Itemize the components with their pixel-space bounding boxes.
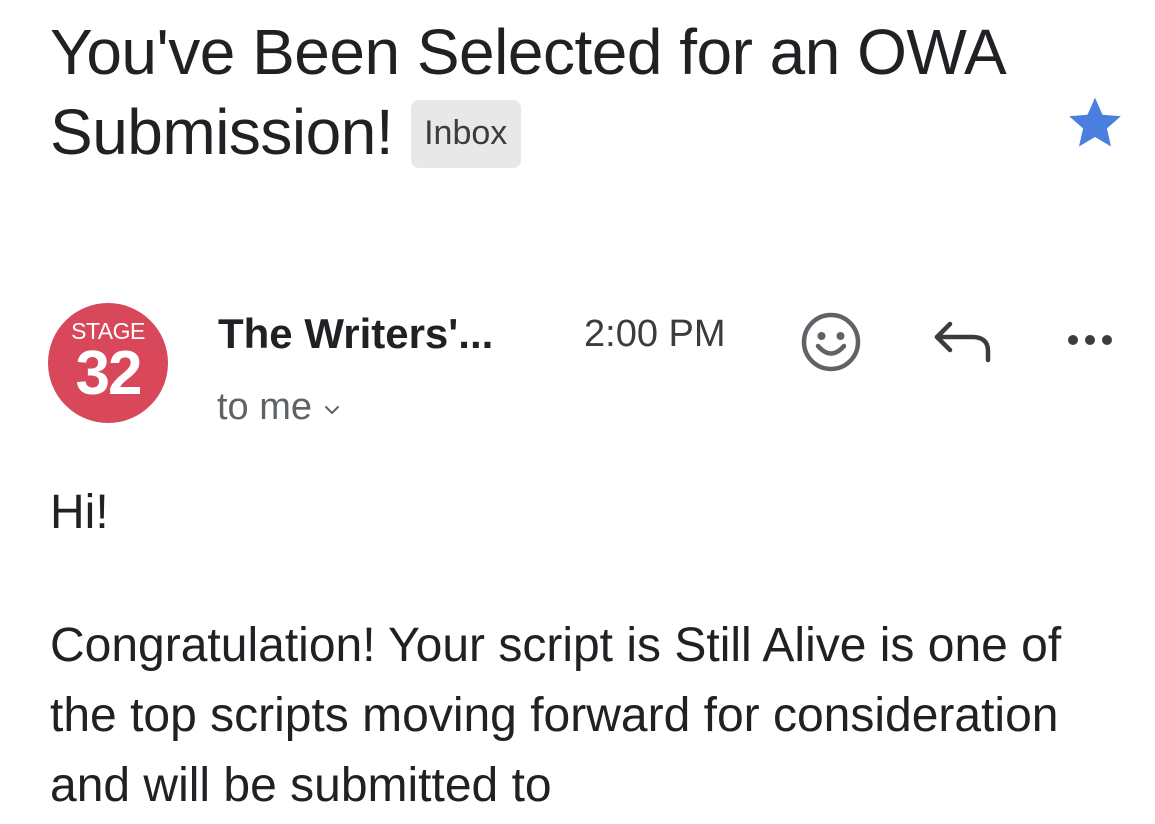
received-time: 2:00 PM xyxy=(584,313,726,355)
inbox-label-chip[interactable]: Inbox xyxy=(411,100,522,168)
reply-button[interactable] xyxy=(932,318,994,366)
recipient-text: to me xyxy=(217,386,313,428)
email-body-paragraph: Congratulation! Your script is Still Ali… xyxy=(50,619,1062,812)
emoji-reaction-icon xyxy=(801,312,861,372)
reply-icon xyxy=(934,321,991,363)
more-options-button[interactable] xyxy=(1062,328,1122,352)
more-options-icon xyxy=(1068,335,1112,345)
email-greeting: Hi! xyxy=(50,486,109,539)
star-icon[interactable] xyxy=(1062,92,1128,154)
subject-text: You've Been Selected for an OWA Submissi… xyxy=(50,16,1003,168)
chevron-down-icon xyxy=(324,378,340,428)
avatar-number-text: 32 xyxy=(75,339,143,408)
emoji-reaction-button[interactable] xyxy=(800,311,862,373)
email-subject: You've Been Selected for an OWA Submissi… xyxy=(50,12,1010,172)
sender-name[interactable]: The Writers'... xyxy=(218,306,493,362)
sender-avatar[interactable]: STAGE 32 xyxy=(48,303,168,423)
recipient-details-toggle[interactable]: to me xyxy=(217,378,340,432)
